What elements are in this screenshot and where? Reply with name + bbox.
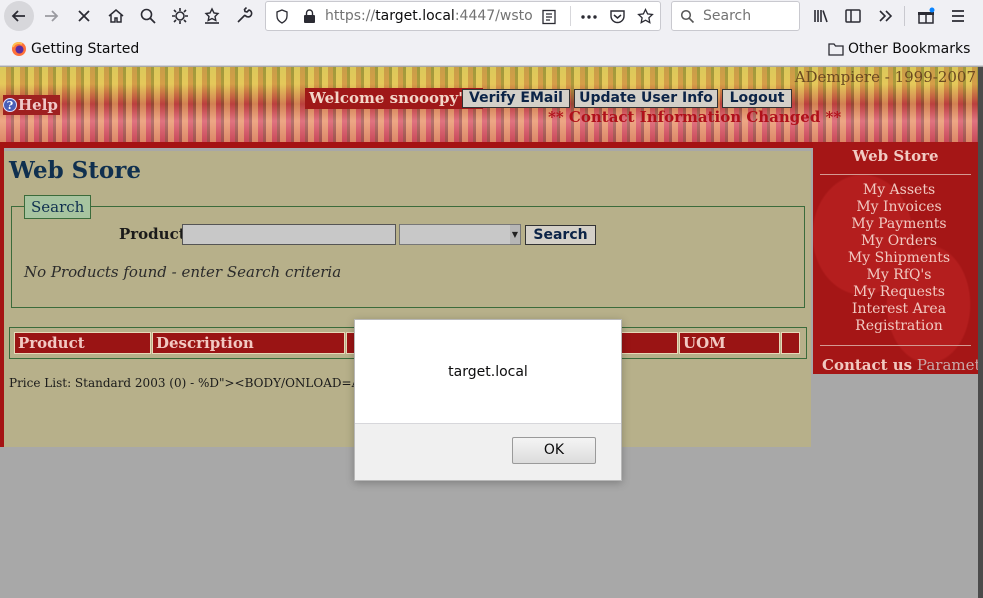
column-header-6 <box>781 332 800 354</box>
pocket-icon[interactable] <box>609 8 626 25</box>
verify-email-button[interactable]: Verify EMail <box>462 89 570 108</box>
contact-parameter: Parameter3 <box>916 356 983 374</box>
sidebar-icon <box>845 9 861 23</box>
bookmarks-toolbar: Getting Started Other Bookmarks <box>0 33 983 66</box>
folder-icon <box>828 43 844 56</box>
reader-view-icon[interactable] <box>541 9 557 25</box>
store-sidebar: Web Store My Assets My Invoices My Payme… <box>813 142 983 374</box>
browser-toolbar: https://target.local:4447/wsto Search <box>0 0 983 33</box>
search-icon <box>140 8 156 24</box>
shield-icon <box>276 9 288 24</box>
alert-message: target.local <box>448 364 528 380</box>
forward-button[interactable] <box>38 4 64 28</box>
help-label: Help <box>18 96 58 114</box>
empty-results-message: No Products found - enter Search criteri… <box>24 263 342 281</box>
search-icon <box>680 9 695 24</box>
alert-footer: OK <box>355 423 621 480</box>
chevron-down-icon: ▼ <box>510 225 520 244</box>
contact-us-link[interactable]: Contact us <box>822 356 912 374</box>
bookmark-label: Other Bookmarks <box>848 41 971 57</box>
sidebar-link-my-shipments[interactable]: My Shipments <box>813 250 983 266</box>
search-fieldset: Search Product ▼ Search No Products foun… <box>11 195 805 308</box>
help-link[interactable]: ? Help <box>3 95 60 115</box>
lock-icon <box>304 9 315 23</box>
home-button[interactable] <box>103 4 129 28</box>
search-button[interactable]: Search <box>525 225 596 245</box>
arrow-right-icon <box>45 10 59 22</box>
extension-button-2[interactable] <box>199 4 225 28</box>
sidebar-divider <box>820 174 971 175</box>
sidebar-link-my-orders[interactable]: My Orders <box>813 233 983 249</box>
toolbar-divider <box>904 6 905 26</box>
home-icon <box>108 9 124 23</box>
search-bar[interactable]: Search <box>671 1 800 31</box>
arrow-left-icon <box>11 10 25 22</box>
column-header-uom: UOM <box>679 332 780 354</box>
scrollbar[interactable] <box>978 67 983 598</box>
extension-button[interactable] <box>167 4 193 28</box>
bookmark-getting-started[interactable]: Getting Started <box>11 41 139 57</box>
urlbar-divider <box>570 6 571 26</box>
sidebar-toggle-button[interactable] <box>840 4 866 28</box>
sidebar-link-my-payments[interactable]: My Payments <box>813 216 983 232</box>
product-label: Product <box>119 225 186 243</box>
welcome-message: Welcome snooopy"> <box>305 88 483 109</box>
sidebar-link-my-requests[interactable]: My Requests <box>813 284 983 300</box>
overflow-button[interactable] <box>872 4 898 28</box>
contact-changed-notice: ** Contact Information Changed ** <box>548 108 842 126</box>
search-legend: Search <box>24 195 92 219</box>
sidebar-link-my-invoices[interactable]: My Invoices <box>813 199 983 215</box>
header-banner: ADempiere - 1999-2007 ? Help Welcome sno… <box>0 67 978 144</box>
help-icon: ? <box>3 98 17 112</box>
bookmark-other-bookmarks[interactable]: Other Bookmarks <box>828 41 970 57</box>
sidebar-title: Web Store <box>852 147 939 165</box>
price-list-text: Price List: Standard 2003 (0) - %D"><BOD… <box>9 376 394 390</box>
update-user-info-button[interactable]: Update User Info <box>574 89 718 108</box>
ok-button[interactable]: OK <box>512 437 596 464</box>
back-button[interactable] <box>4 1 34 31</box>
gift-icon <box>918 7 935 24</box>
star-tray-icon <box>204 7 220 24</box>
whats-new-button[interactable] <box>913 4 939 28</box>
address-bar[interactable]: https://target.local:4447/wsto <box>265 1 661 31</box>
hamburger-menu-icon <box>952 10 964 22</box>
page-title: Web Store <box>9 157 142 184</box>
devtools-button[interactable] <box>231 4 257 28</box>
product-search-input[interactable] <box>182 224 396 245</box>
sidebar-link-my-assets[interactable]: My Assets <box>813 182 983 198</box>
contact-us-line: Contact us Parameter3 <box>822 356 983 374</box>
bookmark-star-icon[interactable] <box>637 8 654 25</box>
library-button[interactable] <box>808 4 834 28</box>
column-header-product: Product <box>14 332 151 354</box>
chevron-double-right-icon <box>879 10 893 22</box>
bookmark-label: Getting Started <box>31 41 140 57</box>
menu-button[interactable] <box>945 4 971 28</box>
gear-icon <box>172 8 188 24</box>
firefox-icon <box>12 42 26 56</box>
sidebar-link-interest-area[interactable]: Interest Area <box>813 301 983 317</box>
logout-button[interactable]: Logout <box>722 89 792 108</box>
stop-button[interactable] <box>71 4 97 28</box>
sidebar-link-my-rfqs[interactable]: My RfQ's <box>813 267 983 283</box>
sidebar-divider <box>820 345 971 346</box>
library-icon <box>814 10 828 23</box>
url-text[interactable]: https://target.local:4447/wsto <box>325 8 535 24</box>
copyright-text: ADempiere - 1999-2007 <box>794 68 976 86</box>
close-icon <box>78 10 90 22</box>
more-actions-icon[interactable] <box>580 10 598 24</box>
alert-dialog: target.local OK <box>354 319 622 481</box>
wrench-icon <box>237 7 253 23</box>
search-tool-button[interactable] <box>135 4 161 28</box>
search-placeholder: Search <box>703 8 752 24</box>
sidebar-link-registration[interactable]: Registration <box>813 318 983 334</box>
product-category-select[interactable]: ▼ <box>399 224 521 245</box>
column-header-description: Description <box>152 332 345 354</box>
